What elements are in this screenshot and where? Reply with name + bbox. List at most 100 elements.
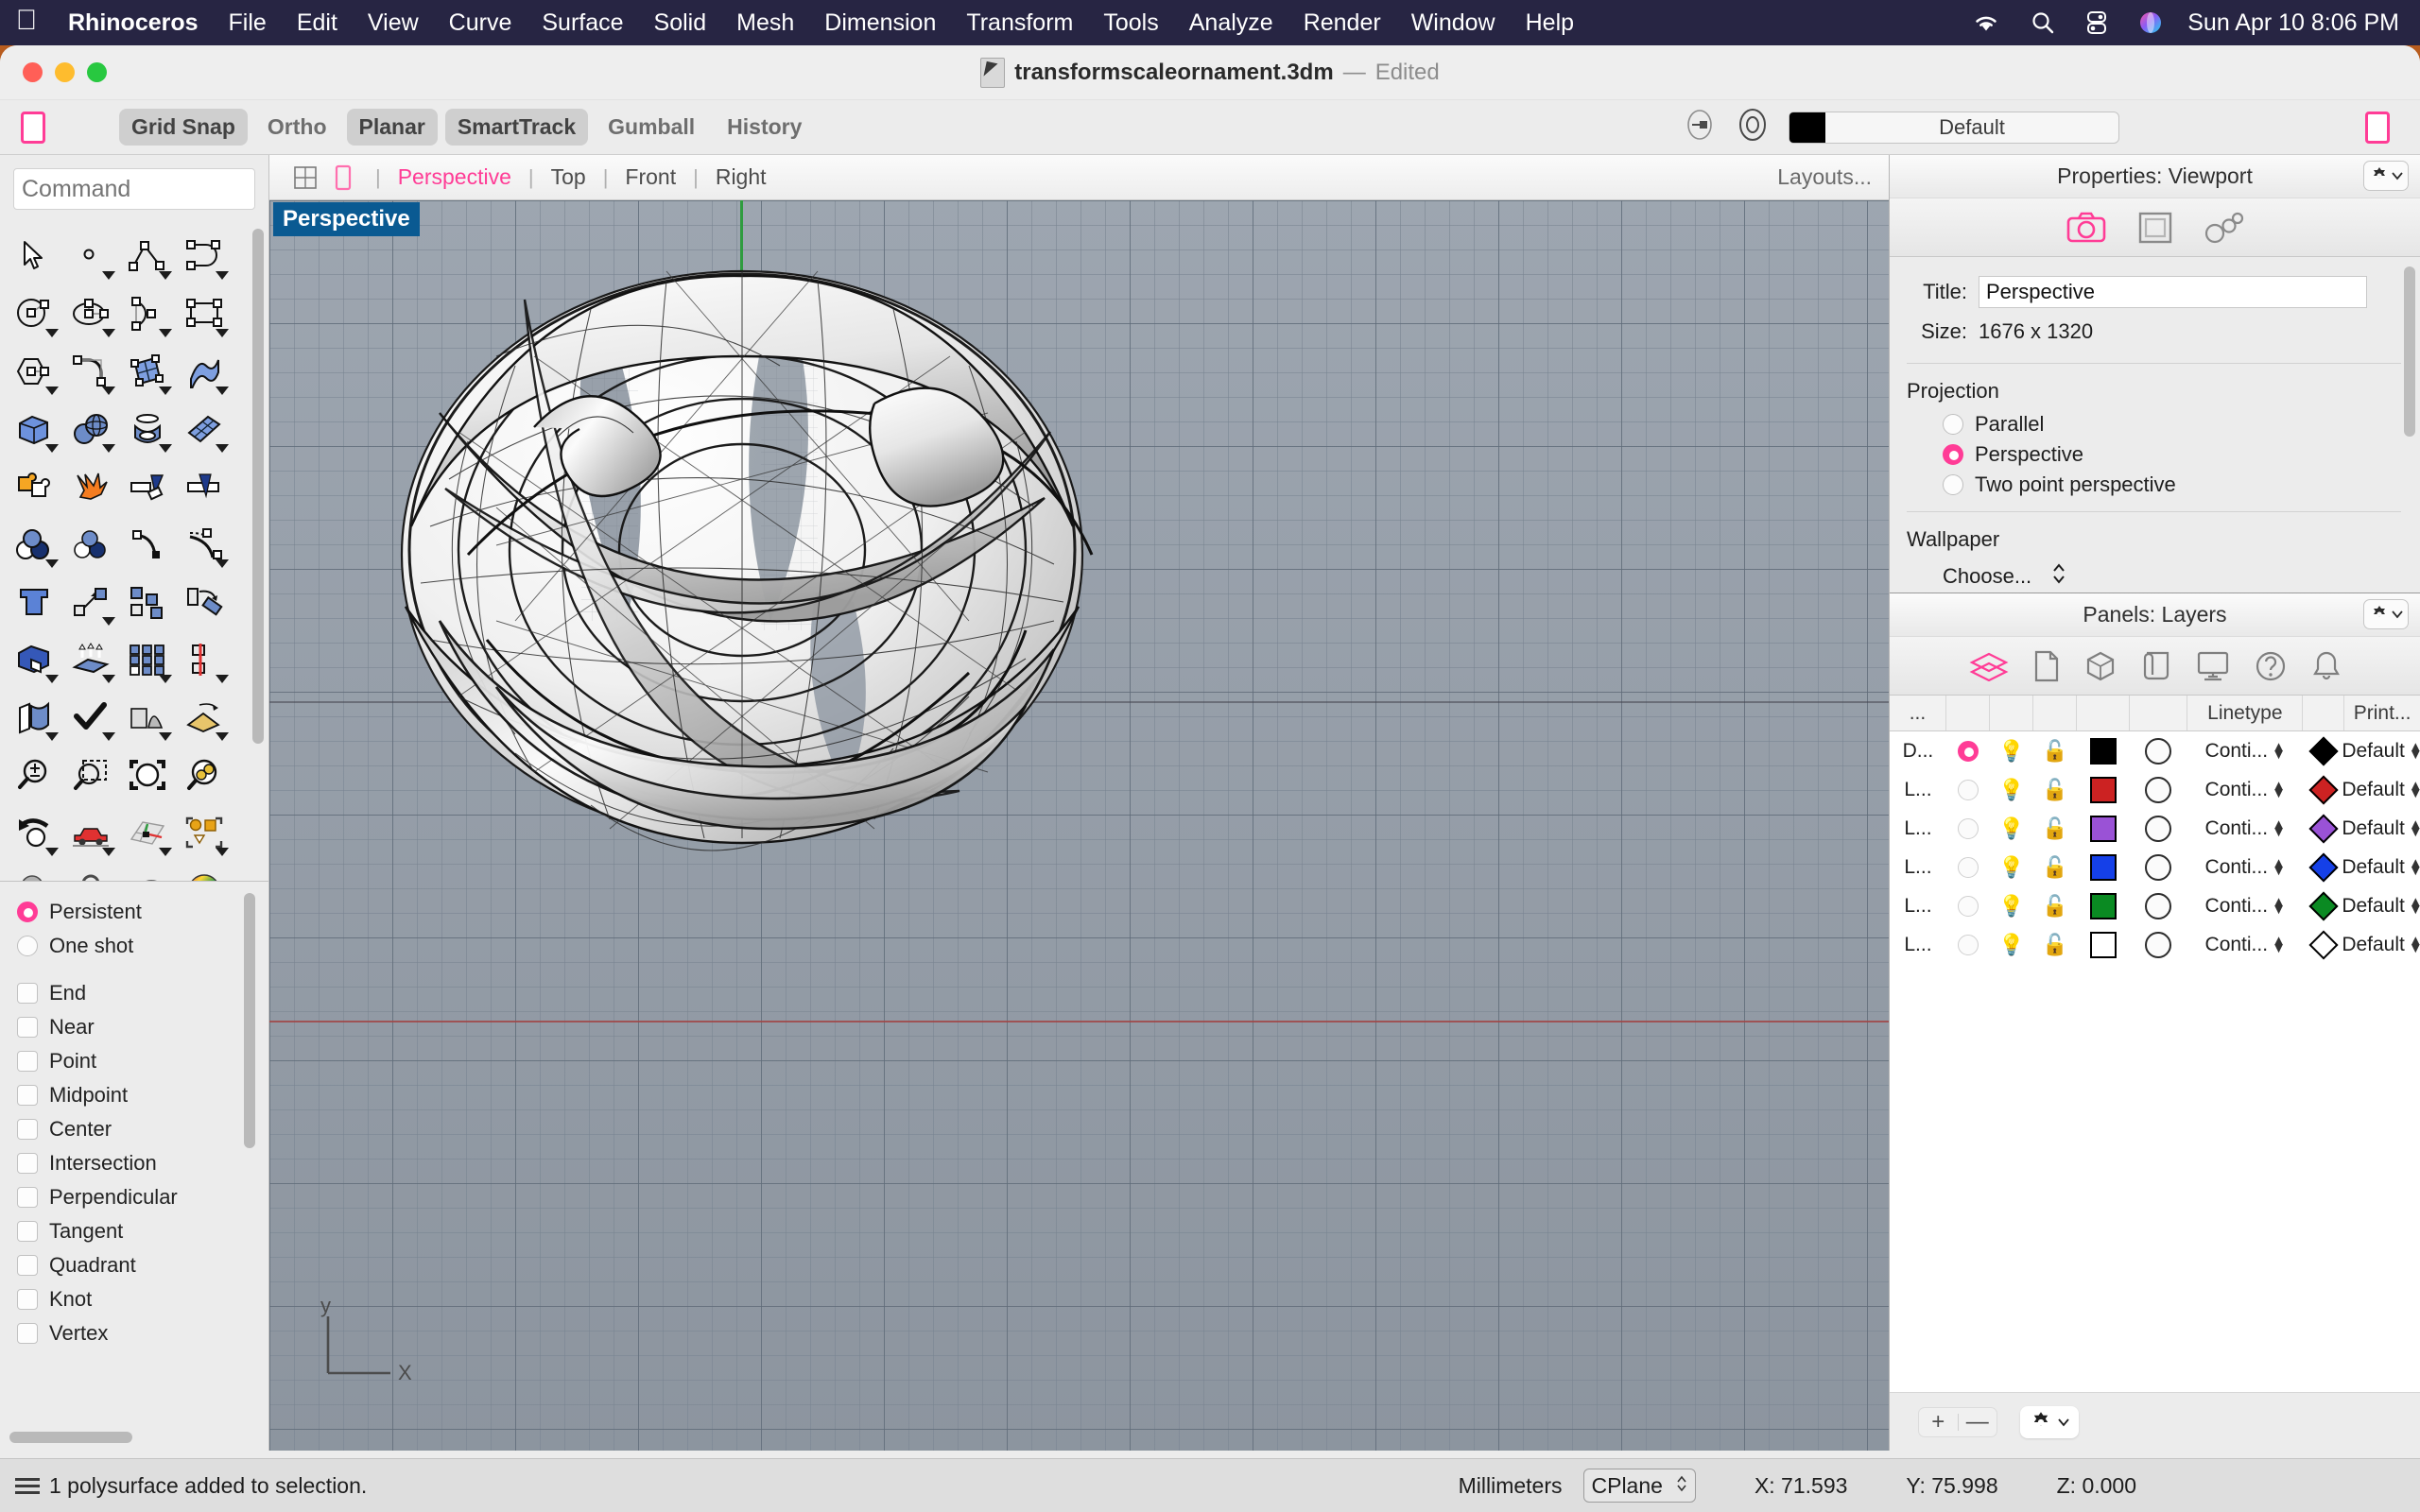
toggle-ortho[interactable]: Ortho	[255, 109, 339, 146]
layer-material[interactable]	[2129, 809, 2187, 848]
layer-current-toggle[interactable]	[1946, 809, 1990, 848]
layer-color-swatch[interactable]	[2077, 770, 2130, 809]
add-remove-layer-group[interactable]: + —	[1918, 1406, 1997, 1437]
command-input[interactable]	[13, 168, 255, 210]
layer-color-swatch[interactable]	[2077, 809, 2130, 848]
tab-perspective[interactable]: Perspective	[394, 164, 515, 190]
layer-linetype[interactable]: Conti... ▲ ▼	[2187, 809, 2303, 848]
column-name[interactable]: ...	[1890, 696, 1946, 730]
layer-print-color[interactable]	[2303, 809, 2344, 848]
menu-item-file[interactable]: File	[214, 9, 282, 37]
checkbox-icon[interactable]	[17, 1323, 38, 1344]
menu-item-window[interactable]: Window	[1396, 9, 1511, 37]
display-icon[interactable]	[2196, 650, 2230, 682]
split-tool[interactable]	[176, 457, 233, 515]
osnap-scrollbar[interactable]	[244, 893, 255, 1148]
select-arrow-tool[interactable]	[6, 227, 62, 284]
material-icon[interactable]	[2145, 776, 2172, 803]
notifications-icon[interactable]	[2311, 650, 2342, 682]
offset-curve-tool[interactable]	[119, 515, 176, 573]
menu-item-help[interactable]: Help	[1511, 9, 1589, 37]
table-row[interactable]: D... 💡 🔓 Conti... ▲ ▼ Default ▲ ▼	[1890, 731, 2420, 770]
layers-settings-button[interactable]	[2020, 1405, 2079, 1438]
checkbox-icon[interactable]	[17, 1017, 38, 1038]
single-view-layout-icon[interactable]	[324, 164, 362, 191]
siri-icon[interactable]	[2123, 10, 2178, 35]
set-current-layer-icon[interactable]	[1683, 106, 1717, 148]
polygon-tool[interactable]	[6, 342, 62, 400]
chevron-updown-icon[interactable]: ▲ ▼	[2409, 895, 2420, 917]
layouts-button[interactable]: Layouts...	[1777, 164, 1872, 190]
viewport-title-input[interactable]	[1979, 276, 2367, 308]
menu-item-transform[interactable]: Transform	[951, 9, 1088, 37]
polyline-tool[interactable]	[119, 227, 176, 284]
layer-print-width[interactable]: Default ▲ ▼	[2342, 848, 2420, 886]
menu-item-view[interactable]: View	[353, 9, 434, 37]
layer-visibility-toggle[interactable]: 💡	[1990, 770, 2033, 809]
layer-print-color[interactable]	[2303, 886, 2344, 925]
layer-lock-toggle[interactable]: 🔓	[2033, 731, 2077, 770]
checkbox-icon[interactable]	[17, 1187, 38, 1208]
toggle-planar[interactable]: Planar	[346, 109, 438, 146]
select-objects-tool[interactable]	[176, 803, 233, 861]
toggle-grid-snap[interactable]: Grid Snap	[119, 109, 248, 146]
move-tool[interactable]	[62, 573, 119, 630]
four-view-layout-icon[interactable]	[286, 165, 324, 190]
osnap-perpendicular[interactable]: Perpendicular	[17, 1180, 268, 1214]
layer-linetype[interactable]: Conti... ▲ ▼	[2187, 925, 2303, 964]
unlock-icon[interactable]: 🔓	[2042, 895, 2067, 917]
chevron-updown-icon[interactable]: ▲ ▼	[2409, 856, 2420, 878]
left-sidebar-toggle-icon[interactable]	[21, 111, 45, 144]
viewport-name-label[interactable]: Perspective	[273, 202, 420, 236]
osnap-mode-persistent[interactable]: Persistent	[17, 895, 268, 929]
lightbulb-icon[interactable]: 💡	[1998, 934, 2024, 955]
layer-lock-toggle[interactable]: 🔓	[2033, 809, 2077, 848]
menubar-clock[interactable]: Sun Apr 10 8:06 PM	[2178, 9, 2399, 37]
material-icon[interactable]	[2145, 815, 2172, 842]
search-icon[interactable]	[2015, 10, 2070, 35]
layer-color-swatch[interactable]	[2077, 848, 2130, 886]
column-print-width[interactable]: Print...	[2344, 696, 2420, 730]
camera-icon[interactable]	[2066, 211, 2106, 245]
table-row[interactable]: L... 💡 🔓 Conti... ▲ ▼ Default ▲ ▼	[1890, 925, 2420, 964]
lightbulb-icon[interactable]: 💡	[1998, 895, 2024, 917]
chevron-updown-icon[interactable]: ▲ ▼	[2272, 740, 2286, 762]
surface-from-points-tool[interactable]	[119, 342, 176, 400]
tool-palette-scrollbar[interactable]	[252, 229, 264, 871]
unlock-icon[interactable]: 🔓	[2042, 740, 2067, 762]
layer-name[interactable]: D...	[1890, 731, 1946, 770]
checkbox-icon[interactable]	[17, 1051, 38, 1072]
lights-tool[interactable]	[6, 861, 62, 881]
projection-perspective[interactable]: Perspective	[1890, 439, 2420, 470]
chevron-updown-icon[interactable]	[2052, 562, 2066, 591]
layer-print-width[interactable]: Default ▲ ▼	[2342, 809, 2420, 848]
layer-material[interactable]	[2129, 925, 2187, 964]
radio-icon[interactable]	[1943, 474, 1963, 495]
linked-views-icon[interactable]	[2204, 211, 2244, 245]
osnap-point[interactable]: Point	[17, 1044, 268, 1078]
unlock-icon[interactable]: 🔓	[2042, 817, 2067, 839]
lightbulb-icon[interactable]: 💡	[1998, 740, 2024, 762]
unlock-icon[interactable]: 🔓	[2042, 934, 2067, 955]
column-linet+ype[interactable]: Linetype	[2187, 696, 2304, 730]
trim-tool[interactable]	[119, 457, 176, 515]
lightbulb-icon[interactable]: 💡	[1998, 856, 2024, 878]
checkbox-icon[interactable]	[17, 1085, 38, 1106]
radio-icon[interactable]	[17, 936, 38, 956]
toggle-smarttrack[interactable]: SmartTrack	[444, 109, 589, 146]
boolean-difference-tool[interactable]	[6, 630, 62, 688]
layer-lock-toggle[interactable]: 🔓	[2033, 925, 2077, 964]
table-row[interactable]: L... 💡 🔓 Conti... ▲ ▼ Default ▲ ▼	[1890, 770, 2420, 809]
menu-item-analyze[interactable]: Analyze	[1174, 9, 1288, 37]
checkbox-icon[interactable]	[17, 1289, 38, 1310]
boolean-objects-tool[interactable]	[6, 515, 62, 573]
polysurface-model[interactable]	[383, 243, 1101, 857]
layer-visibility-toggle[interactable]: 💡	[1990, 886, 2033, 925]
column-visible[interactable]	[1990, 696, 2033, 730]
layer-lock-toggle[interactable]: 🔓	[2033, 770, 2077, 809]
apple-logo-icon[interactable]: 	[0, 7, 53, 39]
layer-color-swatch[interactable]	[1789, 112, 1825, 143]
sphere-tool[interactable]	[62, 400, 119, 457]
chevron-updown-icon[interactable]: ▲ ▼	[2272, 779, 2286, 800]
column-print-color[interactable]	[2303, 696, 2345, 730]
